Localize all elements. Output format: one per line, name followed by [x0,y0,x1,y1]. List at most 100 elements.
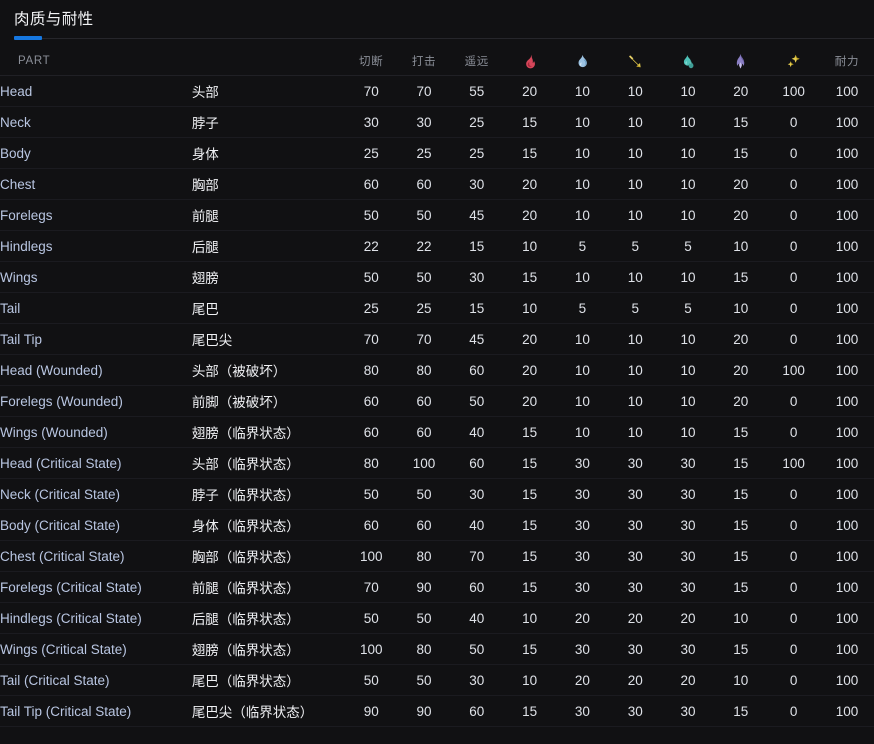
cell-ice: 30 [661,447,715,479]
cell-water: 10 [556,199,609,231]
table-row[interactable]: Tail Tip (Critical State) 尾巴尖（临界状态） 90 90 60… [0,695,874,727]
blast-icon [785,53,802,70]
cell-thunder: 30 [608,633,662,665]
table-row[interactable]: Hindlegs 后腿 22 22 15 10 5 5 5 10 0 100 [0,230,874,262]
table-row[interactable]: Forelegs (Critical State) 前腿（临界状态） 70 90 60 1… [0,571,874,603]
cell-sever: 30 [344,106,398,138]
table-row[interactable]: Wings 翅膀 50 50 30 15 10 10 10 15 0 100 [0,261,874,293]
table-row[interactable]: Tail 尾巴 25 25 15 10 5 5 5 10 0 100 [0,292,874,324]
column-header-part-cn[interactable] [191,47,345,76]
cell-sever: 80 [344,447,398,479]
column-header-stamina[interactable]: 耐力 [820,47,874,76]
cell-sever: 60 [344,509,398,541]
table-row[interactable]: Hindlegs (Critical State) 后腿（临界状态） 50 50 40 1… [0,602,874,634]
cell-thunder: 10 [608,354,662,386]
cell-ranged: 15 [450,292,504,324]
table-row[interactable]: Wings (Wounded) 翅膀（临界状态） 60 60 40 15 10 10 10 15 0… [0,416,874,448]
cell-ranged: 50 [450,385,504,417]
cell-ice: 20 [661,664,715,696]
cell-part-name-cn: 身体（临界状态） [191,509,345,541]
cell-ice: 10 [661,199,715,231]
cell-blunt: 50 [397,478,451,510]
cell-part-name-cn: 翅膀（临界状态） [191,633,345,665]
cell-blast: 100 [767,75,820,107]
column-header-blast[interactable] [767,47,820,76]
table-row[interactable]: Neck (Critical State) 脖子（临界状态） 50 50 30 15 30 3… [0,478,874,510]
cell-sever: 90 [344,695,398,727]
column-header-dragon[interactable] [714,47,768,76]
column-header-ice[interactable] [661,47,715,76]
cell-water: 5 [556,230,609,262]
cell-stamina: 100 [820,664,874,696]
cell-fire: 15 [503,633,557,665]
cell-blunt: 60 [397,509,451,541]
cell-thunder: 30 [608,447,662,479]
cell-ranged: 45 [450,323,504,355]
ice-icon [680,53,697,70]
table-row[interactable]: Body (Critical State) 身体（临界状态） 60 60 40 15 30 3… [0,509,874,541]
cell-blast: 0 [767,633,820,665]
table-row[interactable]: Forelegs (Wounded) 前脚（被破坏） 60 60 50 20 10 10 10 2… [0,385,874,417]
column-header-sever[interactable]: 切断 [344,47,398,76]
table-row[interactable]: Body 身体 25 25 25 15 10 10 10 15 0 100 [0,137,874,169]
cell-blast: 0 [767,571,820,603]
cell-fire: 15 [503,695,557,727]
table-row[interactable]: Head (Critical State) 头部（临界状态） 80 100 60 15 30… [0,447,874,479]
cell-sever: 25 [344,137,398,169]
cell-stamina: 100 [820,447,874,479]
cell-blunt: 50 [397,199,451,231]
cell-thunder: 20 [608,664,662,696]
cell-blast: 0 [767,540,820,572]
cell-dragon: 15 [714,633,768,665]
table-row[interactable]: Neck 脖子 30 30 25 15 10 10 10 15 0 100 [0,106,874,138]
cell-ice: 10 [661,416,715,448]
cell-stamina: 100 [820,633,874,665]
column-header-water[interactable] [556,47,609,76]
cell-part-name-cn: 脖子（临界状态） [191,478,345,510]
cell-ranged: 30 [450,478,504,510]
cell-part-name: Neck (Critical State) [0,478,192,510]
cell-fire: 15 [503,416,557,448]
table-row[interactable]: Wings (Critical State) 翅膀（临界状态） 100 80 50 15 3… [0,633,874,665]
cell-dragon: 15 [714,137,768,169]
column-header-part[interactable]: PART [0,47,192,76]
column-header-blunt[interactable]: 打击 [397,47,451,76]
cell-water: 10 [556,106,609,138]
cell-fire: 20 [503,385,557,417]
cell-dragon: 10 [714,664,768,696]
cell-blunt: 60 [397,385,451,417]
cell-sever: 50 [344,664,398,696]
column-header-fire[interactable] [503,47,557,76]
table-row[interactable]: Head (Wounded) 头部（被破坏） 80 80 60 20 10 10 10 20 100… [0,354,874,386]
table-row[interactable]: Head 头部 70 70 55 20 10 10 10 20 100 100 [0,75,874,107]
cell-thunder: 30 [608,571,662,603]
thunder-icon [627,53,644,70]
table-row[interactable]: Chest 胸部 60 60 30 20 10 10 10 20 0 100 [0,168,874,200]
table-row[interactable]: Chest (Critical State) 胸部（临界状态） 100 80 70 15 3… [0,540,874,572]
column-header-thunder[interactable] [608,47,662,76]
cell-blast: 0 [767,137,820,169]
cell-water: 30 [556,695,609,727]
table-row[interactable]: Tail Tip 尾巴尖 70 70 45 20 10 10 10 20 0 100 [0,323,874,355]
cell-sever: 22 [344,230,398,262]
cell-dragon: 10 [714,602,768,634]
cell-ice: 5 [661,230,715,262]
cell-stamina: 100 [820,199,874,231]
cell-water: 20 [556,602,609,634]
cell-part-name: Chest (Critical State) [0,540,192,572]
cell-water: 10 [556,137,609,169]
table-row[interactable]: Tail (Critical State) 尾巴（临界状态） 50 50 30 10 20 2… [0,664,874,696]
cell-part-name-cn: 后腿 [191,230,345,262]
cell-sever: 70 [344,571,398,603]
cell-fire: 10 [503,602,557,634]
cell-part-name-cn: 胸部（临界状态） [191,540,345,572]
cell-water: 30 [556,509,609,541]
cell-stamina: 100 [820,416,874,448]
cell-sever: 50 [344,199,398,231]
cell-part-name-cn: 前腿 [191,199,345,231]
cell-blunt: 25 [397,137,451,169]
cell-part-name-cn: 翅膀（临界状态） [191,416,345,448]
column-header-ranged[interactable]: 遥远 [450,47,504,76]
table-row[interactable]: Forelegs 前腿 50 50 45 20 10 10 10 20 0 100 [0,199,874,231]
cell-part-name-cn: 头部（被破坏） [191,354,345,386]
